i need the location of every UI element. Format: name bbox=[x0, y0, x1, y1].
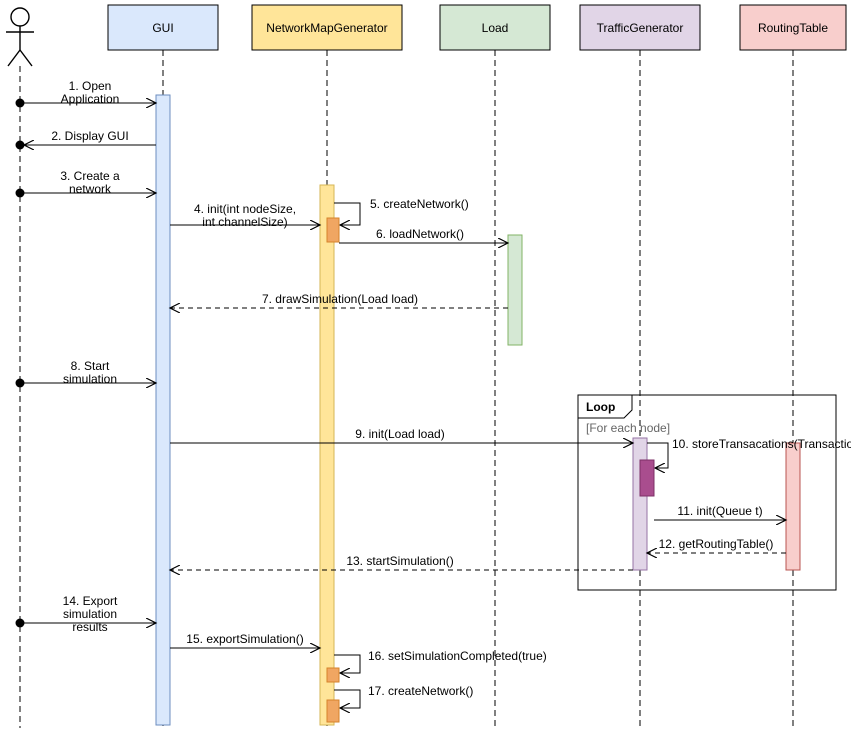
activation-load bbox=[508, 235, 522, 345]
svg-text:16. setSimulationCompleted(tru: 16. setSimulationCompleted(true) bbox=[368, 649, 547, 663]
loop-guard: [For each node] bbox=[586, 421, 670, 435]
svg-text:1. OpenApplication: 1. OpenApplication bbox=[61, 79, 120, 106]
svg-text:3. Create anetwork: 3. Create anetwork bbox=[60, 169, 120, 196]
svg-text:6. loadNetwork(): 6. loadNetwork() bbox=[376, 227, 464, 241]
svg-text:13. startSimulation(): 13. startSimulation() bbox=[346, 554, 453, 568]
lifeline-routing-head: RoutingTable bbox=[740, 5, 846, 50]
message-12: 12. getRoutingTable() bbox=[647, 537, 786, 553]
message-17: 17. createNetwork() bbox=[327, 684, 473, 722]
message-14: 14. Exportsimulationresults bbox=[16, 594, 157, 634]
message-13: 13. startSimulation() bbox=[170, 554, 633, 570]
lifeline-gui-label: GUI bbox=[152, 21, 173, 35]
activation-gui bbox=[156, 95, 170, 725]
message-6: 6. loadNetwork() bbox=[339, 227, 508, 243]
lifeline-routing-label: RoutingTable bbox=[758, 21, 828, 35]
message-3: 3. Create anetwork bbox=[16, 169, 157, 198]
svg-text:17. createNetwork(): 17. createNetwork() bbox=[368, 684, 473, 698]
activation-nmg bbox=[320, 185, 334, 725]
message-1: 1. OpenApplication bbox=[16, 79, 157, 108]
message-8: 8. Startsimulation bbox=[16, 359, 157, 388]
message-9: 9. init(Load load) bbox=[170, 427, 633, 443]
message-11: 11. init(Queue t) bbox=[654, 504, 786, 520]
lifeline-load-head: Load bbox=[440, 5, 550, 50]
svg-text:5. createNetwork(): 5. createNetwork() bbox=[370, 197, 469, 211]
svg-text:8. Startsimulation: 8. Startsimulation bbox=[63, 359, 117, 386]
activation-traffic bbox=[633, 438, 647, 570]
lifeline-nmg-label: NetworkMapGenerator bbox=[266, 21, 387, 35]
svg-text:7. drawSimulation(Load load): 7. drawSimulation(Load load) bbox=[262, 292, 418, 306]
svg-text:2. Display GUI: 2. Display GUI bbox=[51, 129, 128, 143]
svg-text:14. Exportsimulationresults: 14. Exportsimulationresults bbox=[63, 594, 118, 634]
svg-text:9. init(Load load): 9. init(Load load) bbox=[355, 427, 444, 441]
message-15: 15. exportSimulation() bbox=[170, 632, 320, 648]
svg-text:10. storeTransacations(Transac: 10. storeTransacations(Transaction t) bbox=[672, 437, 851, 451]
svg-text:4. init(int nodeSize,int chann: 4. init(int nodeSize,int channelSize) bbox=[194, 202, 296, 229]
message-10: 10. storeTransacations(Transaction t) bbox=[640, 437, 851, 496]
message-7: 7. drawSimulation(Load load) bbox=[170, 292, 508, 308]
sequence-diagram: GUI NetworkMapGenerator Load TrafficGene… bbox=[0, 0, 851, 741]
message-4: 4. init(int nodeSize,int channelSize) bbox=[170, 202, 320, 229]
lifeline-nmg-head: NetworkMapGenerator bbox=[252, 5, 402, 50]
lifeline-load-label: Load bbox=[482, 21, 509, 35]
svg-text:11. init(Queue t): 11. init(Queue t) bbox=[677, 504, 762, 518]
lifeline-traffic-label: TrafficGenerator bbox=[597, 21, 684, 35]
message-16: 16. setSimulationCompleted(true) bbox=[327, 649, 547, 682]
lifeline-gui-head: GUI bbox=[108, 5, 218, 50]
svg-text:15. exportSimulation(): 15. exportSimulation() bbox=[186, 632, 303, 646]
svg-text:12. getRoutingTable(): 12. getRoutingTable() bbox=[659, 537, 774, 551]
activation-routing bbox=[786, 443, 800, 570]
actor-user bbox=[6, 8, 34, 66]
lifeline-traffic-head: TrafficGenerator bbox=[580, 5, 700, 50]
message-2: 2. Display GUI bbox=[16, 129, 157, 150]
loop-title: Loop bbox=[586, 400, 615, 414]
